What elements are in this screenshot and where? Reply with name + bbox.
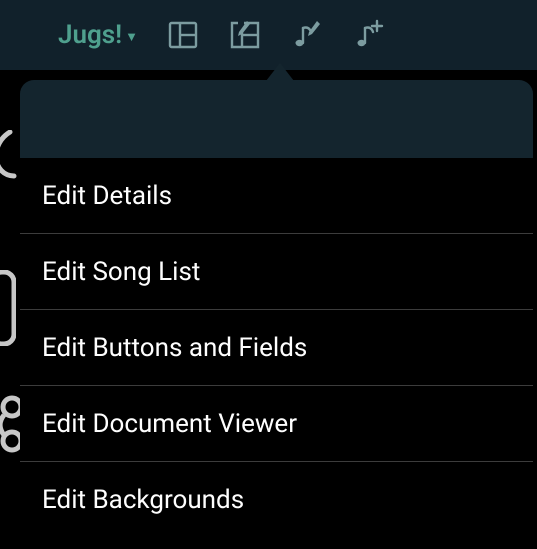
menu-item-label: Edit Buttons and Fields: [42, 333, 307, 363]
edit-menu-list: Edit Details Edit Song List Edit Buttons…: [20, 158, 533, 538]
title-dropdown-button[interactable]: Jugs! ▼: [58, 20, 138, 50]
menu-item-edit-song-list[interactable]: Edit Song List: [20, 234, 533, 310]
music-note-add-icon[interactable]: [352, 18, 386, 52]
background-shape-2: [0, 270, 16, 346]
title-label: Jugs!: [58, 20, 122, 50]
menu-item-label: Edit Details: [42, 181, 172, 211]
popover-header: [20, 80, 533, 158]
top-toolbar: Jugs! ▼: [0, 0, 537, 70]
menu-item-label: Edit Song List: [42, 257, 200, 287]
background-shape-3: [0, 395, 20, 455]
caret-down-icon: ▼: [125, 29, 138, 45]
music-note-edit-icon[interactable]: [290, 18, 324, 52]
background-shape-1: [0, 130, 20, 180]
layout-edit-icon[interactable]: [228, 18, 262, 52]
menu-item-label: Edit Document Viewer: [42, 409, 297, 439]
menu-item-edit-document-viewer[interactable]: Edit Document Viewer: [20, 386, 533, 462]
menu-item-edit-details[interactable]: Edit Details: [20, 158, 533, 234]
menu-item-label: Edit Backgrounds: [42, 485, 244, 515]
edit-layout-popover: Edit Details Edit Song List Edit Buttons…: [20, 80, 533, 549]
menu-item-edit-buttons-fields[interactable]: Edit Buttons and Fields: [20, 310, 533, 386]
popover-arrow: [266, 63, 294, 81]
menu-item-edit-backgrounds[interactable]: Edit Backgrounds: [20, 462, 533, 538]
layout-icon[interactable]: [166, 18, 200, 52]
